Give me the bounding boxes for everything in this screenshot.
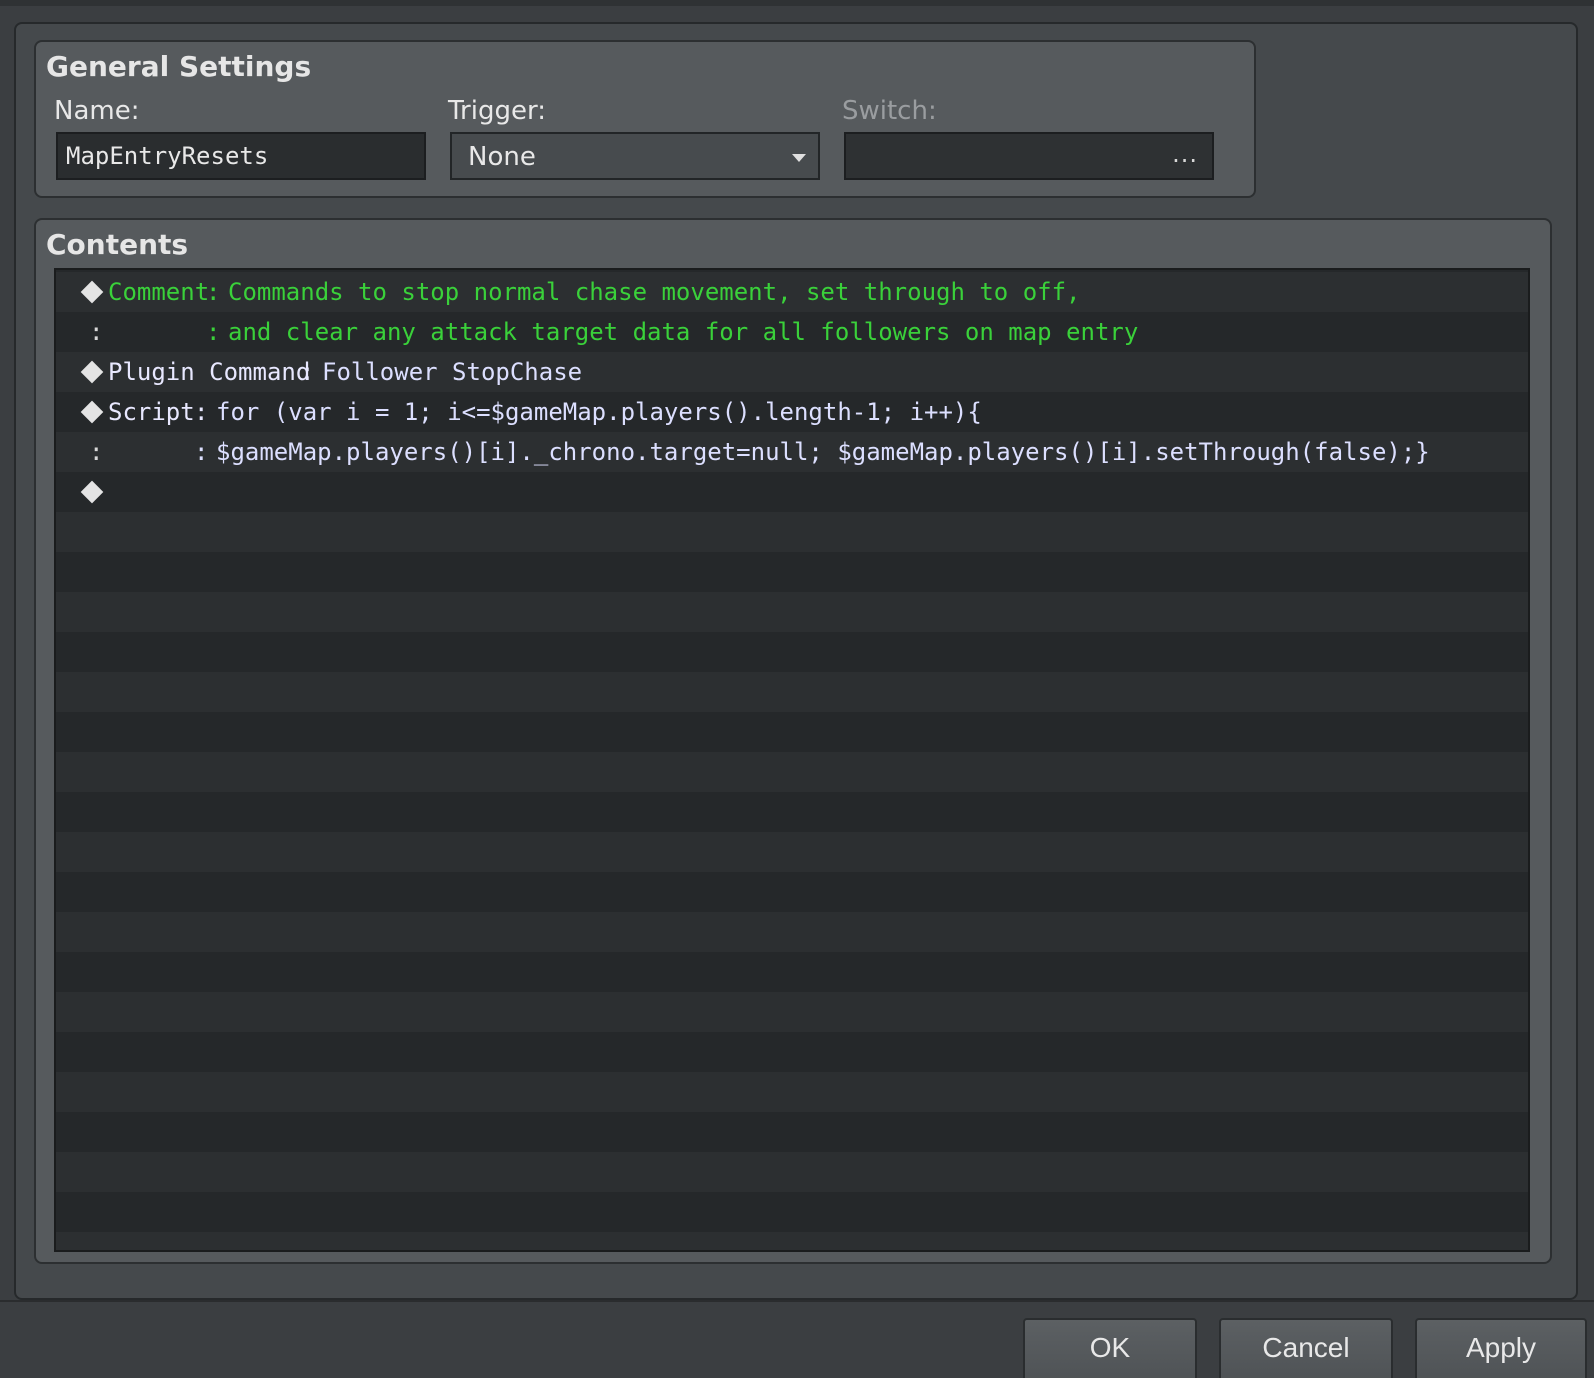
list-item-plugin-command[interactable]: Plugin Command : Follower StopChase [56, 352, 1528, 392]
comment-label: Comment [108, 278, 210, 306]
list-item-script[interactable]: Script : for (var i = 1; i<=$gameMap.pla… [56, 392, 1528, 432]
script-text: for (var i = 1; i<=$gameMap.players().le… [216, 398, 982, 426]
plugin-command-label: Plugin Command [108, 358, 311, 386]
list-item-comment-continuation[interactable]: : : and clear any attack target data for… [56, 312, 1528, 352]
row-stripe [56, 792, 1528, 832]
general-settings-title: General Settings [46, 50, 312, 83]
script-cont-separator: : [194, 438, 209, 466]
general-settings-group: General Settings Name: Trigger: None Swi… [34, 40, 1256, 198]
plugin-command-separator: : [300, 358, 315, 386]
continuation-marker: : [89, 438, 104, 466]
list-item-script-continuation[interactable]: : : $gameMap.players()[i]._chrono.target… [56, 432, 1528, 472]
continuation-marker: : [89, 318, 104, 346]
row-stripe [56, 512, 1528, 552]
ok-button[interactable]: OK [1023, 1318, 1197, 1378]
cancel-button[interactable]: Cancel [1219, 1318, 1393, 1378]
list-item-empty[interactable] [56, 472, 1528, 512]
row-stripe [56, 1032, 1528, 1072]
event-editor-window: General Settings Name: Trigger: None Swi… [0, 0, 1594, 1378]
diamond-icon [80, 360, 104, 384]
list-item-comment[interactable]: Comment : Commands to stop normal chase … [56, 272, 1528, 312]
diamond-icon [80, 400, 104, 424]
row-stripe [56, 872, 1528, 912]
trigger-label: Trigger: [448, 96, 546, 126]
diamond-icon [80, 280, 104, 304]
window-top-edge [0, 0, 1594, 6]
script-label: Script [108, 398, 195, 426]
trigger-dropdown[interactable]: None [450, 132, 820, 180]
switch-selector[interactable]: ... [844, 132, 1214, 180]
row-stripe [56, 912, 1528, 952]
row-stripe [56, 1112, 1528, 1152]
row-stripe [56, 992, 1528, 1032]
dropdown-arrow-icon [792, 154, 806, 162]
script-separator: : [194, 398, 209, 426]
row-stripe [56, 592, 1528, 632]
row-stripe [56, 552, 1528, 592]
row-stripe [56, 952, 1528, 992]
comment-separator: : [206, 278, 221, 306]
row-stripe [56, 712, 1528, 752]
name-label: Name: [54, 96, 140, 126]
comment-cont-separator: : [206, 318, 221, 346]
command-list[interactable]: Comment : Commands to stop normal chase … [54, 268, 1530, 1252]
plugin-command-text: Follower StopChase [322, 358, 583, 386]
ellipsis-icon[interactable]: ... [1172, 140, 1198, 168]
row-stripe [56, 632, 1528, 672]
row-stripe [56, 672, 1528, 712]
script-cont-text: $gameMap.players()[i]._chrono.target=nul… [216, 438, 1430, 466]
apply-button[interactable]: Apply [1415, 1318, 1587, 1378]
contents-group: Contents Comment : Commands to stop norm… [34, 218, 1552, 1264]
trigger-value: None [468, 142, 536, 172]
name-input[interactable] [56, 132, 426, 180]
row-stripe [56, 1232, 1528, 1250]
contents-title: Contents [46, 228, 189, 261]
row-stripe [56, 752, 1528, 792]
row-stripe [56, 1072, 1528, 1112]
row-stripe [56, 1192, 1528, 1232]
row-stripe [56, 1152, 1528, 1192]
switch-label: Switch: [842, 96, 937, 126]
diamond-icon [80, 480, 104, 504]
row-stripe [56, 832, 1528, 872]
comment-text: Commands to stop normal chase movement, … [228, 278, 1081, 306]
comment-cont-text: and clear any attack target data for all… [228, 318, 1139, 346]
